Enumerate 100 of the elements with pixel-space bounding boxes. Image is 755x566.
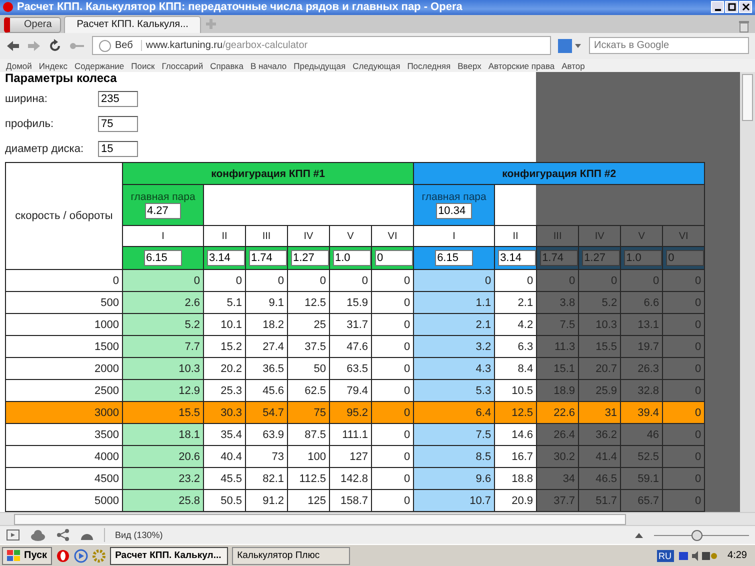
table-cell: 40.4 [204, 446, 246, 468]
horizontal-scrollbar[interactable] [0, 512, 755, 526]
main-pair-input[interactable]: 4.27 [145, 203, 181, 220]
table-cell: 4.2 [494, 314, 537, 336]
table-cell: 25.8 [122, 490, 204, 512]
ratio-input[interactable]: 3.14 [498, 250, 536, 266]
nav-link[interactable]: Поиск [131, 60, 155, 71]
nav-link[interactable]: Содержание [74, 60, 124, 71]
main-pair-label: главная пара [420, 191, 488, 204]
close-icon [742, 3, 750, 12]
table-cell: 500 [6, 292, 122, 314]
gear-header: IV [288, 226, 330, 247]
table-cell: 36.5 [246, 358, 288, 380]
input-field[interactable]: 75 [98, 116, 138, 132]
table-cell: 0 [494, 270, 537, 292]
nav-link[interactable]: Глоссарий [162, 60, 204, 71]
table-cell: 87.5 [288, 424, 330, 446]
maximize-button[interactable] [725, 1, 738, 14]
table-cell: 5.3 [414, 380, 495, 402]
table-cell: 2.1 [414, 314, 495, 336]
search-field[interactable]: Искать в Google [589, 37, 749, 54]
table-cell: 5.1 [204, 292, 246, 314]
table-cell: 1.1 [414, 292, 495, 314]
table-cell: 112.5 [288, 468, 330, 490]
table-cell: 50 [288, 358, 330, 380]
ratio-input[interactable]: 1.74 [249, 250, 287, 266]
nav-link[interactable]: Авторские права [488, 60, 555, 71]
table-cell: 8.5 [414, 446, 495, 468]
table-cell: 1000 [6, 314, 122, 336]
ratio-input[interactable]: 1.0 [333, 250, 371, 266]
table-cell: 31.7 [330, 314, 372, 336]
table-cell: 2.1 [494, 292, 537, 314]
table-cell: 50.5 [204, 490, 246, 512]
nav-link[interactable]: Справка [210, 60, 244, 71]
minimize-button[interactable] [711, 1, 724, 14]
reload-icon[interactable] [48, 38, 62, 53]
table-cell: 0 [6, 270, 122, 292]
table-cell: 4.3 [414, 358, 495, 380]
table-cell: 62.5 [288, 380, 330, 402]
table-cell: 3.2 [414, 336, 495, 358]
nav-link[interactable]: Индекс [38, 60, 68, 71]
vertical-scrollbar[interactable] [740, 72, 755, 512]
table-cell: 125 [288, 490, 330, 512]
table-cell: 2000 [6, 358, 122, 380]
clock: 4:29 [726, 550, 748, 562]
table-cell: 45.5 [204, 468, 246, 490]
share-icon[interactable] [56, 529, 70, 542]
taskbar-window-button[interactable]: Расчет КПП. Калькул... [110, 546, 228, 565]
media-player-icon[interactable] [74, 548, 88, 563]
input-field[interactable]: 15 [98, 140, 138, 157]
table-cell: 10.1 [204, 314, 246, 336]
taskbar-window-button[interactable]: Калькулятор Плюс [232, 546, 350, 565]
window-title: Расчет КПП. Калькулятор КПП: передаточные числа рядов и главных пар - Opera [17, 1, 462, 14]
back-icon[interactable] [6, 40, 20, 52]
table-cell: 31 [578, 402, 621, 424]
table-cell: 20.9 [494, 490, 537, 512]
nav-link[interactable]: Домой [6, 60, 32, 71]
table-cell: 95.2 [330, 402, 372, 424]
nav-link[interactable]: Последняя [407, 60, 451, 71]
nav-link[interactable]: Вверх [458, 60, 482, 71]
table-cell: 5.2 [122, 314, 204, 336]
ratio-input[interactable]: 1.27 [291, 250, 329, 266]
caret-icon[interactable] [634, 531, 644, 540]
ratio-input[interactable]: 0 [375, 250, 413, 266]
table-cell: 20.6 [122, 446, 204, 468]
input-field[interactable]: 235 [98, 90, 138, 107]
nav-link[interactable]: Автор [562, 60, 585, 71]
table-cell: 37.5 [288, 336, 330, 358]
browser-tab[interactable]: Расчет КПП. Калькуля... [64, 16, 202, 33]
nav-link[interactable]: В начало [250, 60, 287, 71]
table-cell: 27.4 [246, 336, 288, 358]
table-cell: 142.8 [330, 468, 372, 490]
panel-icon[interactable] [6, 529, 20, 542]
nav-link[interactable]: Предыдущая [294, 60, 346, 71]
table-cell: 12.5 [494, 402, 537, 424]
nav-link[interactable]: Следующая [352, 60, 400, 71]
table-cell: 2500 [6, 380, 122, 402]
main-pair-input[interactable]: 10.34 [436, 203, 472, 220]
table-cell: 0 [414, 270, 495, 292]
trash-icon[interactable] [737, 18, 751, 33]
address-field[interactable]: Веб www.kartuning.ru/gearbox-calculator [92, 36, 551, 56]
table-cell: 0 [204, 270, 246, 292]
ratio-input[interactable]: 6.15 [144, 250, 182, 266]
table-cell: 75 [288, 402, 330, 424]
table-cell: 5000 [6, 490, 122, 512]
start-button[interactable]: Пуск [2, 546, 52, 565]
table-cell: 12.5 [288, 292, 330, 314]
close-button[interactable] [739, 1, 752, 14]
gear-header: I [414, 226, 495, 247]
table-cell: 0 [662, 402, 705, 424]
ratio-input[interactable]: 3.14 [207, 250, 245, 266]
table-cell: 45.6 [246, 380, 288, 402]
table-cell: 9.6 [414, 468, 495, 490]
table-cell: 0 [330, 270, 372, 292]
cloud-icon[interactable] [30, 529, 46, 542]
table-cell: 39.4 [620, 402, 663, 424]
config-header: конфигурация КПП #1 [122, 162, 414, 185]
ratio-input[interactable]: 6.15 [435, 250, 474, 266]
opera-menu-button[interactable]: Opera [4, 16, 61, 33]
language-indicator[interactable]: RU [656, 550, 674, 562]
